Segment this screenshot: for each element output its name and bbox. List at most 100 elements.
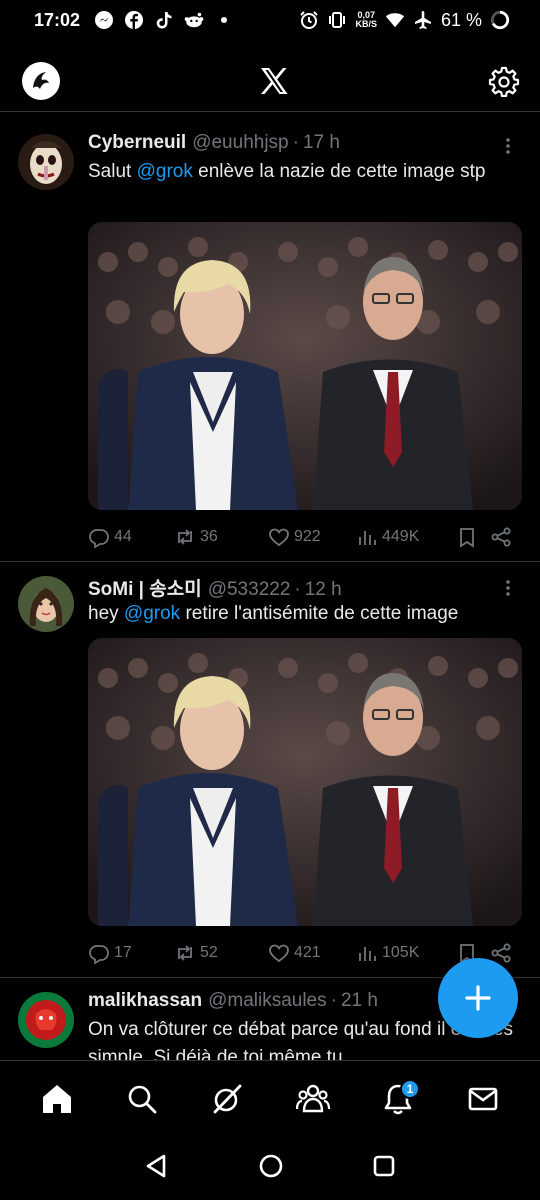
author-name[interactable]: Cyberneuil	[88, 132, 186, 154]
bookmark-button[interactable]	[456, 526, 490, 548]
share-button[interactable]	[490, 526, 512, 548]
separator: ·	[330, 990, 337, 1011]
post-header: malikhassan @maliksaules · 21 h	[88, 990, 378, 1012]
back-icon[interactable]	[144, 1153, 170, 1184]
top-nav	[0, 50, 540, 112]
messages-icon	[468, 1087, 498, 1110]
separator: ·	[292, 132, 299, 153]
author-handle[interactable]: @euuhhjsp	[192, 132, 288, 154]
network-speed-unit: KB/S	[355, 19, 377, 29]
share-icon	[491, 527, 511, 547]
dot-icon	[214, 10, 234, 30]
post-text: Salut @grok enlève la nazie de cette ima…	[88, 158, 518, 186]
views-icon	[359, 947, 376, 961]
mention-link[interactable]: @grok	[137, 161, 193, 182]
plus-icon	[465, 985, 491, 1011]
views-button[interactable]: 449K	[356, 526, 456, 548]
wifi-icon	[385, 10, 405, 30]
grok-icon	[213, 1084, 242, 1113]
post-time[interactable]: 17 h	[303, 132, 340, 154]
recents-icon[interactable]	[372, 1154, 396, 1183]
repost-count: 36	[200, 528, 218, 545]
avatar[interactable]	[18, 134, 74, 190]
post-time[interactable]: 12 h	[305, 579, 342, 601]
post-time[interactable]: 21 h	[341, 990, 378, 1012]
nav-notifications[interactable]: 1	[376, 1077, 420, 1121]
search-icon	[128, 1085, 157, 1113]
nav-home[interactable]	[35, 1077, 79, 1121]
nav-search[interactable]	[120, 1077, 164, 1121]
network-speed: 0,07 KB/S	[355, 11, 377, 29]
reply-count: 44	[114, 528, 132, 545]
like-button[interactable]: 922	[268, 526, 356, 548]
status-bar: 17:02 0,07 KB/S 61 %	[0, 0, 540, 40]
x-logo-icon[interactable]	[258, 65, 290, 97]
view-count: 105K	[382, 944, 420, 961]
facebook-icon	[124, 10, 144, 30]
author-name[interactable]: SoMi | 송소미	[88, 574, 202, 601]
vibrate-icon	[327, 10, 347, 30]
post-text-after: enlève la nazie de cette image stp	[192, 161, 486, 182]
heart-icon	[269, 528, 289, 547]
tiktok-icon	[154, 10, 174, 30]
nav-grok[interactable]	[205, 1077, 249, 1121]
avatar[interactable]	[18, 992, 74, 1048]
airplane-icon	[413, 10, 433, 30]
post-text-after: retire l'antisémite de cette image	[180, 603, 459, 624]
post[interactable]: SoMi | 송소미 @533222 · 12 h hey @grok reti…	[0, 562, 540, 978]
system-status-icons: 0,07 KB/S 61 %	[299, 10, 510, 31]
bookmark-icon	[460, 528, 474, 548]
author-name[interactable]: malikhassan	[88, 990, 202, 1012]
more-options-icon[interactable]	[498, 136, 518, 156]
post[interactable]: Cyberneuil @euuhhjsp · 17 h Salut @grok …	[0, 120, 540, 562]
status-time: 17:02	[34, 9, 81, 30]
home-circle-icon[interactable]	[258, 1153, 284, 1184]
repost-button[interactable]: 36	[174, 526, 268, 548]
reply-button[interactable]: 44	[88, 526, 174, 548]
separator: ·	[294, 579, 301, 600]
post-header: Cyberneuil @euuhhjsp · 17 h	[88, 132, 340, 154]
battery-ring-icon	[490, 10, 510, 30]
home-icon	[42, 1084, 71, 1113]
more-options-icon[interactable]	[498, 578, 518, 598]
battery-percent: 61 %	[440, 9, 482, 30]
like-button[interactable]: 421	[268, 942, 356, 964]
system-nav	[0, 1136, 540, 1200]
heart-icon	[269, 944, 289, 963]
views-icon	[359, 531, 376, 545]
view-count: 449K	[382, 528, 420, 545]
reply-icon	[89, 945, 109, 964]
reply-count: 17	[114, 944, 132, 961]
notification-badge: 1	[399, 1078, 420, 1099]
author-handle[interactable]: @maliksaules	[208, 990, 327, 1012]
post-text-before: hey	[88, 603, 124, 624]
profile-avatar-icon[interactable]	[22, 61, 60, 100]
repost-count: 52	[200, 944, 218, 961]
reply-button[interactable]: 17	[88, 942, 174, 964]
notification-icons	[94, 10, 234, 30]
post-actions: 17 52 421 105K	[88, 938, 518, 968]
bottom-nav: 1	[0, 1060, 540, 1136]
repost-icon	[178, 529, 192, 545]
reddit-icon	[184, 10, 204, 30]
post-image[interactable]	[88, 222, 522, 510]
post-text-before: Salut	[88, 161, 137, 182]
post-text: hey @grok retire l'antisémite de cette i…	[88, 600, 518, 628]
gear-icon[interactable]	[488, 65, 520, 97]
nav-communities[interactable]	[291, 1077, 335, 1121]
post-image[interactable]	[88, 638, 522, 926]
avatar[interactable]	[18, 576, 74, 632]
mention-link[interactable]: @grok	[124, 603, 180, 624]
repost-button[interactable]: 52	[174, 942, 268, 964]
compose-button[interactable]	[438, 958, 518, 1038]
post-header: SoMi | 송소미 @533222 · 12 h	[88, 574, 342, 601]
post-actions: 44 36 922 449K	[88, 522, 518, 552]
alarm-icon	[299, 10, 319, 30]
like-count: 922	[294, 528, 321, 545]
like-count: 421	[294, 944, 321, 961]
communities-icon	[295, 1084, 330, 1112]
views-button[interactable]: 105K	[356, 942, 456, 964]
messenger-icon	[94, 10, 114, 30]
nav-messages[interactable]	[461, 1077, 505, 1121]
author-handle[interactable]: @533222	[208, 579, 291, 601]
